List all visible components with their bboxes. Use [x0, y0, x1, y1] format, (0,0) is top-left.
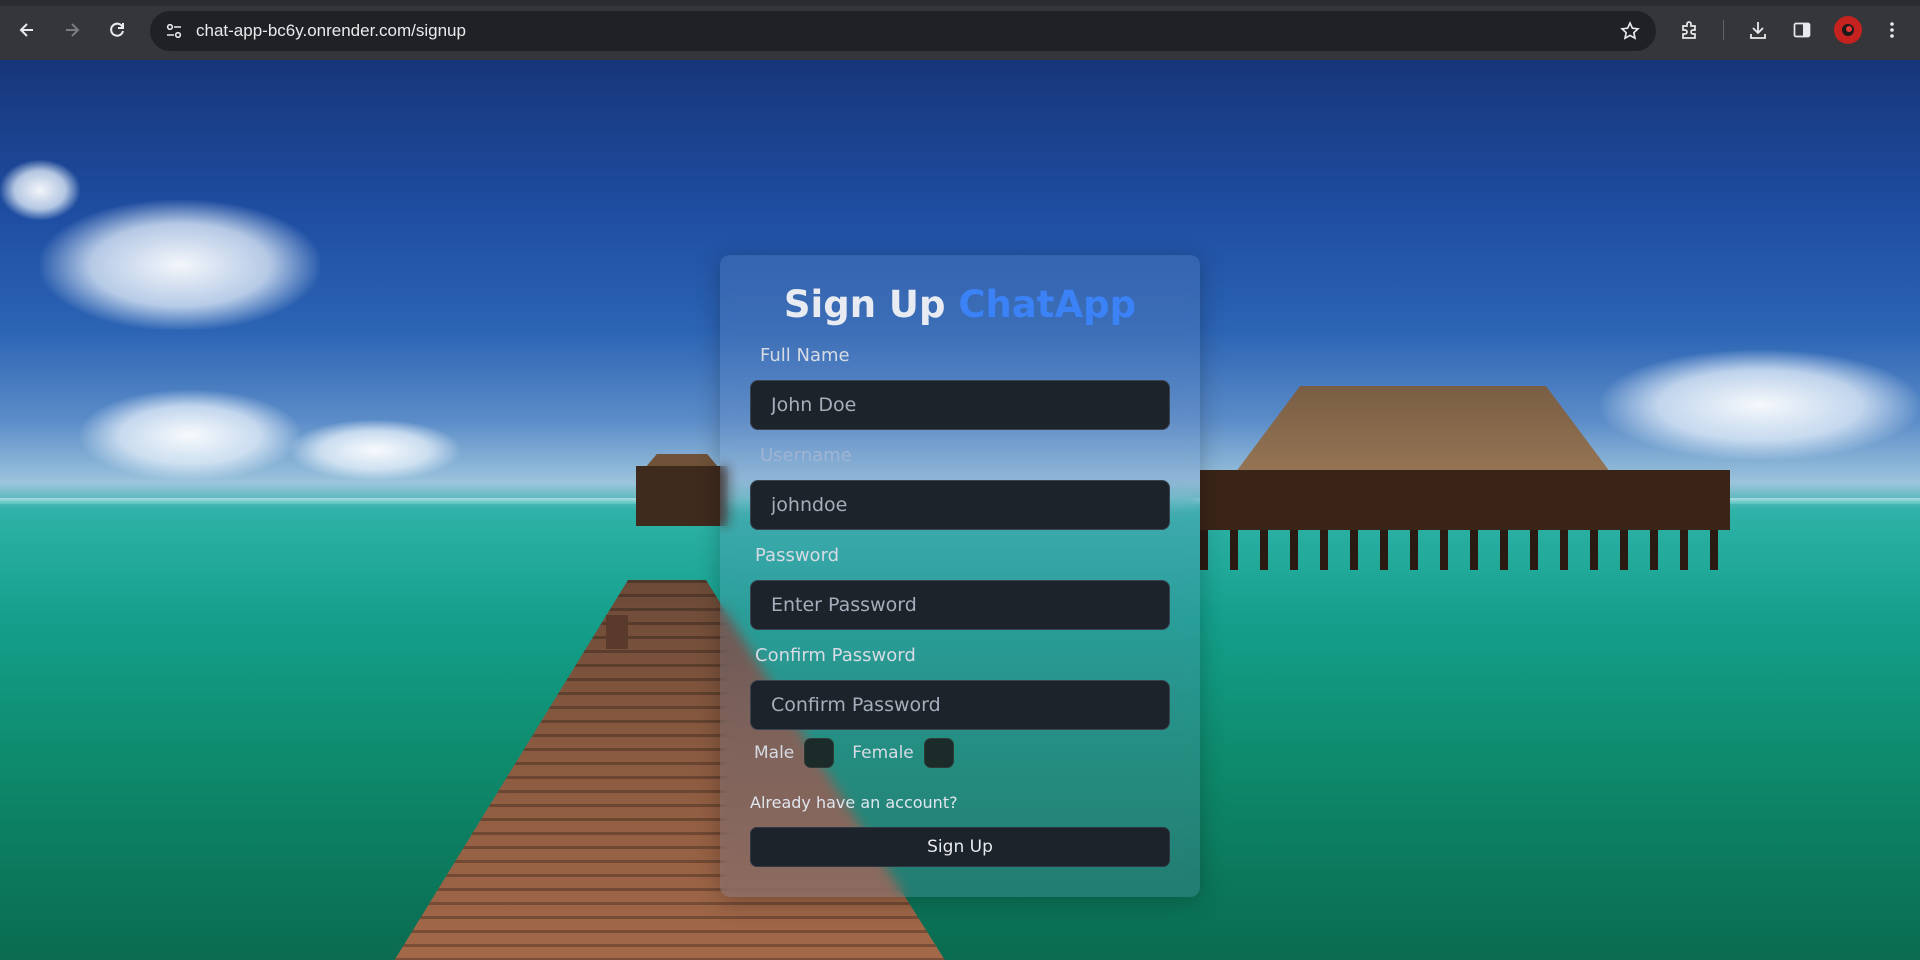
gender-selector: Male Female	[754, 737, 962, 769]
cloud	[40, 200, 320, 330]
tune-icon	[166, 23, 182, 39]
kebab-menu-icon	[1890, 22, 1894, 38]
url-text[interactable]: chat-app-bc6y.onrender.com/signup	[196, 21, 466, 41]
arrow-right-icon	[66, 23, 80, 37]
confirm-password-input[interactable]	[750, 680, 1170, 730]
dock-post	[606, 615, 628, 649]
site-info-button[interactable]	[160, 17, 188, 45]
login-link[interactable]: Already have an account?	[750, 793, 958, 812]
bookmark-button[interactable]	[1616, 17, 1644, 45]
signup-button[interactable]: Sign Up	[750, 827, 1170, 867]
extensions-button[interactable]	[1672, 12, 1708, 48]
page-title: Sign Up ChatApp	[720, 283, 1200, 326]
password-label: Password	[755, 545, 840, 566]
star-icon	[1620, 21, 1640, 40]
address-bar[interactable]: chat-app-bc6y.onrender.com/signup	[150, 11, 1656, 51]
fullname-label: Full Name	[760, 345, 850, 366]
side-panel-icon	[1793, 22, 1811, 38]
female-checkbox[interactable]	[923, 738, 954, 768]
male-label: Male	[754, 743, 795, 763]
side-panel-button[interactable]	[1784, 12, 1820, 48]
cloud	[1600, 350, 1920, 460]
password-input[interactable]	[750, 580, 1170, 630]
browser-toolbar: chat-app-bc6y.onrender.com/signup	[0, 0, 1920, 60]
toolbar-divider	[1723, 20, 1724, 40]
reload-icon	[110, 22, 124, 37]
female-label: Female	[852, 743, 914, 763]
username-input[interactable]	[750, 480, 1170, 530]
title-main: Sign Up	[783, 283, 946, 326]
cloud	[80, 390, 300, 480]
reload-button[interactable]	[99, 12, 135, 48]
signup-card: Sign Up ChatApp Full Name Username Passw…	[720, 255, 1200, 897]
title-accent: ChatApp	[958, 283, 1137, 326]
hut-body	[1200, 470, 1730, 530]
download-icon	[1750, 22, 1766, 39]
back-button[interactable]	[9, 12, 45, 48]
distant-hut	[636, 466, 728, 526]
cloud	[0, 160, 80, 220]
forward-button[interactable]	[54, 12, 90, 48]
page-background: Sign Up ChatApp Full Name Username Passw…	[0, 60, 1920, 960]
profile-avatar-icon	[1842, 24, 1854, 36]
downloads-button[interactable]	[1740, 12, 1776, 48]
tab-strip	[0, 0, 1920, 6]
cloud	[290, 420, 460, 480]
menu-button[interactable]	[1874, 12, 1910, 48]
username-label: Username	[760, 445, 852, 466]
arrow-left-icon	[19, 23, 33, 37]
confirm-password-label: Confirm Password	[755, 645, 916, 666]
hut-stilts	[1200, 530, 1730, 570]
male-checkbox[interactable]	[804, 738, 835, 768]
avatar[interactable]	[1834, 16, 1862, 44]
fullname-input[interactable]	[750, 380, 1170, 430]
puzzle-icon	[1682, 21, 1696, 39]
